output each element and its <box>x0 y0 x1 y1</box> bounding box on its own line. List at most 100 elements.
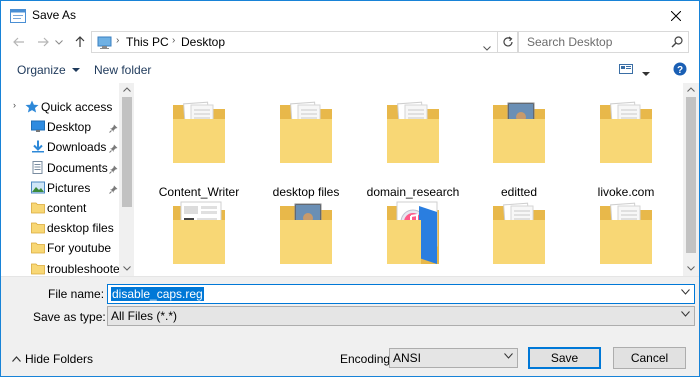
sidebar-item-label: content <box>47 201 87 215</box>
folder-label: desktop files <box>272 185 340 199</box>
sidebar-item-label: Documents <box>47 160 108 175</box>
sidebar-item-desktop[interactable]: Desktop <box>1 117 119 137</box>
desktop-icon <box>31 120 45 133</box>
folder-item[interactable] <box>151 198 247 276</box>
help-button[interactable]: ? <box>673 62 687 79</box>
file-scroll-thumb[interactable] <box>686 97 696 253</box>
caret-down-icon <box>71 68 80 72</box>
pin-icon <box>109 163 118 177</box>
chevron-down-icon <box>483 46 491 51</box>
forward-button[interactable] <box>34 33 52 51</box>
change-view-button[interactable] <box>619 63 633 78</box>
folder-item[interactable] <box>365 198 461 276</box>
save-as-dialog: Save As › This PC › Desktop Search Deskt… <box>0 0 700 377</box>
up-button[interactable] <box>71 33 89 51</box>
nav-scrollbar[interactable] <box>119 83 134 276</box>
svg-text:?: ? <box>677 65 683 76</box>
breadcrumb-desktop[interactable]: Desktop <box>181 35 225 49</box>
pin-icon <box>109 142 118 156</box>
star-icon <box>25 100 39 113</box>
recent-locations-button[interactable] <box>53 33 65 51</box>
folder-item[interactable] <box>471 198 567 276</box>
file-scrollbar[interactable] <box>683 83 699 276</box>
arrow-right-icon <box>38 37 49 47</box>
refresh-icon <box>502 36 513 47</box>
sidebar-item-label: Pictures <box>47 180 91 195</box>
folder-item[interactable]: editted <box>471 97 567 203</box>
expand-arrow-icon[interactable]: › <box>13 100 16 110</box>
search-placeholder: Search Desktop <box>527 35 613 49</box>
folder-item[interactable]: domain_research <box>365 97 461 203</box>
folder-icon <box>171 198 227 266</box>
refresh-button[interactable] <box>498 31 518 53</box>
back-button[interactable] <box>10 33 28 51</box>
arrow-left-icon <box>13 37 24 47</box>
breadcrumb-this-pc[interactable]: This PC <box>126 35 169 49</box>
hide-folders-label: Hide Folders <box>25 352 94 366</box>
folder-icon <box>385 198 441 266</box>
close-button[interactable] <box>653 1 699 31</box>
address-row: › This PC › Desktop Search Desktop <box>1 31 699 53</box>
save-form: File name: disable_caps.reg Save as type… <box>1 276 699 376</box>
title-bar: Save As <box>1 1 699 31</box>
folder-label: livoke.com <box>597 185 655 199</box>
scroll-down-arrow-icon <box>687 266 695 271</box>
notepad-app-icon <box>10 9 26 23</box>
folder-label: domain_research <box>366 185 460 199</box>
hide-folders-toggle[interactable]: Hide Folders <box>12 352 93 366</box>
new-folder-label: New folder <box>94 63 152 77</box>
search-icon <box>671 36 683 48</box>
sidebar-item-label: Desktop <box>47 120 92 135</box>
sidebar-item-documents[interactable]: Documents <box>1 158 119 178</box>
encoding-label: Encoding: <box>340 352 394 366</box>
pictures-icon <box>31 181 45 194</box>
folder-icon <box>491 97 547 165</box>
pin-icon <box>109 183 118 197</box>
file-list: Content_Writer desktop files domain_resear… <box>134 83 699 276</box>
address-dropdown-button[interactable] <box>483 40 491 54</box>
sidebar-item-content[interactable]: content <box>1 198 119 218</box>
chevron-up-icon <box>12 356 21 362</box>
sidebar-item-quick-access[interactable]: › Quick access <box>1 97 119 117</box>
sidebar-item-label: For youtube <box>47 241 112 256</box>
folder-icon <box>278 97 334 165</box>
folder-icon <box>278 198 334 266</box>
save-button[interactable]: Save <box>528 347 601 369</box>
cancel-button[interactable]: Cancel <box>613 347 686 369</box>
folder-item[interactable]: Content_Writer <box>151 97 247 203</box>
folder-item[interactable]: desktop files <box>258 97 354 203</box>
chevron-down-icon <box>681 311 690 317</box>
save-type-label: Save as type: <box>33 310 106 324</box>
documents-icon <box>31 160 45 174</box>
cancel-label: Cancel <box>630 351 669 365</box>
encoding-select[interactable]: ANSI <box>389 348 518 368</box>
folder-item[interactable] <box>578 198 674 276</box>
sidebar-item-for-youtube[interactable]: For youtube <box>1 238 119 258</box>
address-bar[interactable]: › This PC › Desktop <box>91 31 498 53</box>
new-folder-button[interactable]: New folder <box>94 63 151 77</box>
download-icon <box>31 140 45 153</box>
organize-menu[interactable]: Organize <box>17 63 80 77</box>
folder-item[interactable] <box>258 198 354 276</box>
sidebar-item-downloads[interactable]: Downloads <box>1 137 119 157</box>
chevron-down-icon <box>681 289 690 295</box>
file-name-input[interactable]: disable_caps.reg <box>107 284 695 304</box>
breadcrumb-separator-icon: › <box>172 35 176 46</box>
close-icon <box>671 11 681 21</box>
folder-icon <box>31 262 45 275</box>
organize-label: Organize <box>17 63 66 77</box>
folder-icon <box>385 97 441 165</box>
search-box[interactable]: Search Desktop <box>518 31 689 53</box>
sidebar-item-pictures[interactable]: Pictures <box>1 178 119 198</box>
sidebar-item-desktop-files[interactable]: desktop files <box>1 218 119 238</box>
arrow-up-icon <box>75 36 85 47</box>
folder-icon <box>171 97 227 165</box>
save-type-select[interactable]: All Files (*.*) <box>107 306 695 326</box>
nav-scroll-thumb[interactable] <box>122 97 132 207</box>
folder-icon <box>598 198 654 266</box>
command-bar: Organize New folder ? <box>1 57 699 83</box>
folder-item[interactable]: livoke.com <box>578 97 674 203</box>
view-dropdown-button[interactable] <box>642 67 650 81</box>
sidebar-item-label: Downloads <box>47 140 107 155</box>
sidebar-item-troubleshooter[interactable]: troubleshooter <box>1 259 124 276</box>
